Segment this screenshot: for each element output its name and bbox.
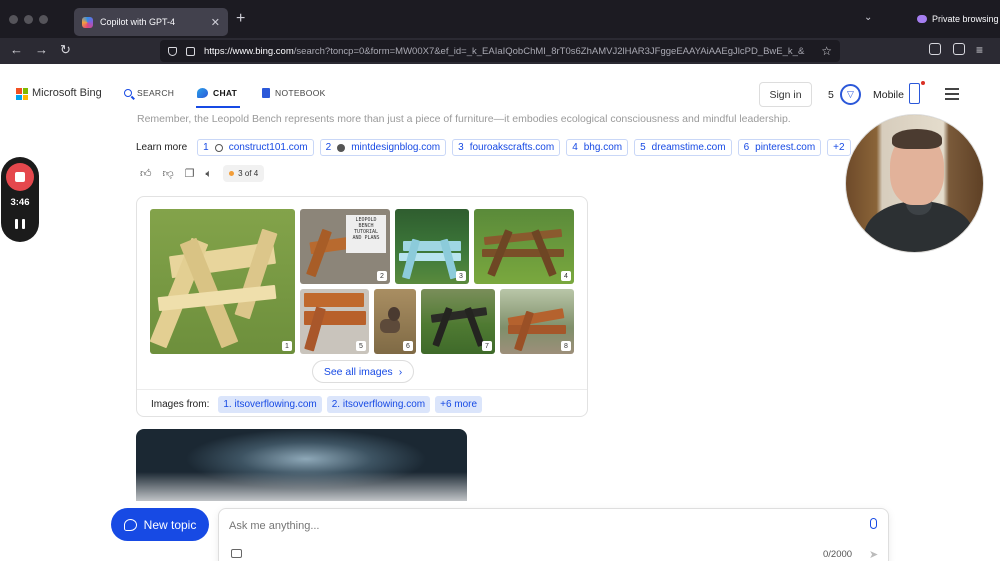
nav-active-indicator [196,106,240,108]
app-menu-icon[interactable]: ≡ [976,42,983,58]
globe-icon [337,143,346,152]
private-browsing-indicator: Private browsing [917,14,999,24]
bookmark-star-icon[interactable]: ☆ [821,44,832,58]
source-link-2[interactable]: 2 mintdesignblog.com [319,139,447,156]
lock-icon[interactable] [186,46,195,56]
status-dot [229,171,235,176]
pause-icon[interactable] [15,219,25,229]
nav-search[interactable]: SEARCH [124,88,174,98]
browser-nav-bar: ← → ↻ https://www.bing.com/search?toncp=… [0,38,1000,64]
content-fade-overlay [0,472,1000,512]
recording-timer: 3:46 [10,197,30,208]
hamburger-menu-icon[interactable] [945,88,959,103]
bench-image-5[interactable]: 5 [300,289,369,354]
new-topic-icon [123,518,137,531]
screen-recorder-widget: 3:46 [1,157,39,242]
microsoft-logo-icon[interactable] [16,88,28,100]
bing-header: Microsoft Bing SEARCH CHAT NOTEBOOK Sign… [0,64,1000,112]
notification-dot [921,81,925,85]
rewards-points[interactable]: 5 [828,89,834,101]
source-link-3[interactable]: 3 fouroakscrafts.com [452,139,561,156]
bench-image-2[interactable]: LEOPOLD BENCH TUTORIAL AND PLANS 2 [300,209,390,284]
window-zoom-dot[interactable] [39,15,48,24]
pocket-icon[interactable] [929,43,941,55]
bench-image-6[interactable]: 6 [374,289,416,354]
nav-chat[interactable]: CHAT [197,88,237,98]
visual-search-icon[interactable] [231,549,242,558]
new-topic-button[interactable]: New topic [111,508,209,541]
learn-more-row: Learn more 1 construct101.com 2 mintdesi… [136,139,851,156]
learn-more-label: Learn more [136,142,188,153]
window-close-dot[interactable] [9,15,18,24]
wordpress-icon [214,143,223,152]
private-browsing-label: Private browsing [932,14,999,24]
image-source-2[interactable]: 2. itsoverflowing.com [326,396,431,413]
tab-close-icon[interactable]: ✕ [211,16,220,29]
source-link-4[interactable]: 4 bhg.com [566,139,629,156]
browser-tab-bar: Copilot with GPT-4 ✕ + ⌄ Private browsin… [0,0,1000,38]
image-source-more[interactable]: +6 more [435,396,483,413]
tracking-shield-icon[interactable] [168,46,177,56]
reload-icon[interactable]: ↻ [60,42,71,58]
bench-image-8[interactable]: 8 [500,289,574,354]
image-results-card: 1 LEOPOLD BENCH TUTORIAL AND PLANS 2 3 4… [136,196,588,417]
response-count-badge: 3 of 4 [223,165,265,182]
copilot-chat-icon [197,88,208,98]
extensions-icon[interactable] [953,43,965,55]
response-actions: 👍︎ 👎︎ ❐ 🔈︎ 3 of 4 [140,165,265,182]
rewards-trophy-icon[interactable]: ▽ [840,84,861,105]
images-from-row: Images from: 1. itsoverflowing.com 2. it… [151,396,483,413]
tab-title: Copilot with GPT-4 [100,17,176,27]
sign-in-button[interactable]: Sign in [759,82,812,107]
forward-arrow-icon[interactable]: → [35,42,48,58]
stop-recording-icon[interactable] [6,163,34,191]
source-link-1[interactable]: 1 construct101.com [197,139,314,156]
chevron-right-icon: › [398,365,403,378]
url-text[interactable]: https://www.bing.com/search?toncp=0&form… [204,46,815,57]
address-bar[interactable]: https://www.bing.com/search?toncp=0&form… [160,40,840,62]
source-link-5[interactable]: 5 dreamstime.com [634,139,732,156]
nav-notebook[interactable]: NOTEBOOK [262,88,326,98]
tab-list-chevron-icon[interactable]: ⌄ [864,12,872,23]
bench-image-7[interactable]: 7 [421,289,495,354]
window-minimize-dot[interactable] [24,15,33,24]
send-icon[interactable]: ➤ [869,548,878,561]
see-all-images-button[interactable]: See all images › [312,360,414,383]
image-source-1[interactable]: 1. itsoverflowing.com [218,396,322,413]
character-count: 0/2000 [823,549,853,560]
images-from-label: Images from: [151,399,210,410]
copilot-favicon-icon [82,16,93,28]
chat-input-box: 0/2000 ➤ [218,508,889,561]
thumbs-up-icon[interactable]: 👍︎ [140,167,152,181]
microphone-icon[interactable] [870,518,877,529]
new-tab-icon[interactable]: + [236,11,245,27]
active-tab[interactable]: Copilot with GPT-4 ✕ [74,8,228,36]
tutorial-sign: LEOPOLD BENCH TUTORIAL AND PLANS [346,215,386,253]
card-divider [137,389,587,390]
mobile-label[interactable]: Mobile [873,89,904,101]
bing-brand[interactable]: Microsoft Bing [32,87,102,99]
webcam-bubble[interactable] [845,114,984,253]
bench-image-1[interactable]: 1 [150,209,295,354]
response-last-line: Remember, the Leopold Bench represents m… [137,113,791,125]
bench-image-3[interactable]: 3 [395,209,469,284]
read-aloud-icon[interactable]: 🔈︎ [206,167,213,181]
thumbs-down-icon[interactable]: 👎︎ [163,167,174,181]
notebook-icon [262,88,270,98]
copy-icon[interactable]: ❐ [185,167,195,181]
mobile-phone-icon[interactable] [909,83,920,104]
private-mask-icon [917,15,927,23]
bench-image-4[interactable]: 4 [474,209,574,284]
search-icon [124,89,132,97]
back-arrow-icon[interactable]: ← [10,42,23,58]
source-link-6[interactable]: 6 pinterest.com [737,139,822,156]
ask-input[interactable] [229,517,829,535]
